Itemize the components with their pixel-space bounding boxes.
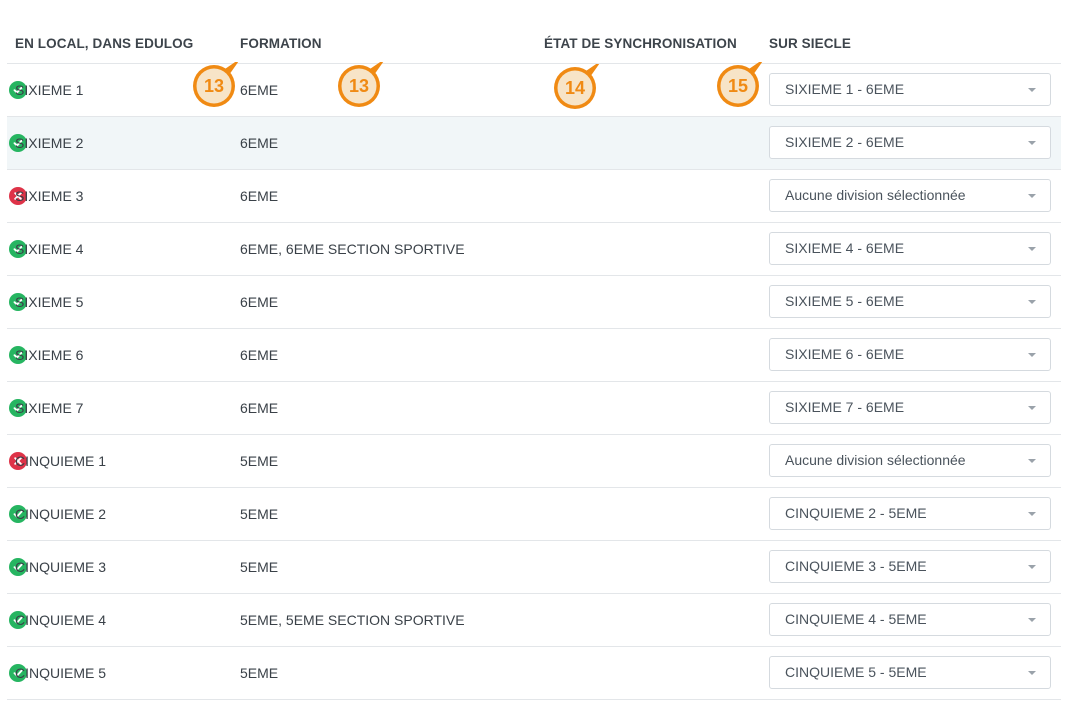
chevron-down-icon (1028, 512, 1036, 516)
local-division-name: SIXIEME 2 (15, 135, 84, 151)
local-division-name: CINQUIEME 3 (15, 559, 107, 575)
table-row: SIXIEME 2 6EME SIXIEME 2 - 6EME (7, 117, 1061, 170)
formation-value: 5EME, 5EME SECTION SPORTIVE (240, 612, 465, 628)
chevron-down-icon (1028, 671, 1036, 675)
local-division-name: SIXIEME 1 (15, 82, 84, 98)
siecle-division-select[interactable]: CINQUIEME 5 - 5EME (769, 656, 1051, 689)
sync-column-header: ÉTAT DE SYNCHRONISATION (544, 36, 737, 51)
select-value: CINQUIEME 4 - 5EME (785, 611, 927, 627)
table-row: SIXIEME 4 6EME, 6EME SECTION SPORTIVE SIXI… (7, 223, 1061, 276)
local-division-name: CINQUIEME 5 (15, 665, 107, 681)
local-division-name: SIXIEME 5 (15, 294, 84, 310)
formation-value: 5EME (240, 665, 279, 681)
table-row: CINQUIEME 1 5EME Aucune division sélection… (7, 435, 1061, 488)
formation-value: 6EME (240, 294, 279, 310)
callout-badge-15: 15 (713, 62, 765, 108)
formation-value: 6EME (240, 82, 279, 98)
division-mapping-table: EN LOCAL, DANS EDULOG FORMATION ÉTAT DE … (7, 22, 1061, 700)
siecle-division-select[interactable]: Aucune division sélectionnée (769, 179, 1051, 212)
siecle-division-select[interactable]: Aucune division sélectionnée (769, 444, 1051, 477)
callout-badge-14: 14 (550, 64, 602, 110)
local-division-name: CINQUIEME 2 (15, 506, 107, 522)
formation-value: 5EME (240, 453, 279, 469)
callout-badge-13: 13 (334, 62, 386, 108)
formation-column-header: FORMATION (240, 36, 322, 51)
table-row: SIXIEME 6 6EME SIXIEME 6 - 6EME (7, 329, 1061, 382)
siecle-division-select[interactable]: SIXIEME 6 - 6EME (769, 338, 1051, 371)
formation-value: 5EME (240, 506, 279, 522)
local-division-name: SIXIEME 3 (15, 188, 84, 204)
table-row: CINQUIEME 3 5EME CINQUIEME 3 - 5EME (7, 541, 1061, 594)
select-value: CINQUIEME 2 - 5EME (785, 505, 927, 521)
table-row: CINQUIEME 4 5EME, 5EME SECTION SPORTIVE CI… (7, 594, 1061, 647)
select-value: SIXIEME 2 - 6EME (785, 134, 905, 150)
select-value: SIXIEME 7 - 6EME (785, 399, 905, 415)
callout-number: 14 (564, 77, 586, 98)
table-row: SIXIEME 7 6EME SIXIEME 7 - 6EME (7, 382, 1061, 435)
callout-number: 13 (348, 75, 370, 96)
local-division-name: SIXIEME 7 (15, 400, 84, 416)
siecle-division-select[interactable]: CINQUIEME 3 - 5EME (769, 550, 1051, 583)
select-value: CINQUIEME 5 - 5EME (785, 664, 927, 680)
table-row: CINQUIEME 2 5EME CINQUIEME 2 - 5EME (7, 488, 1061, 541)
siecle-division-select[interactable]: SIXIEME 5 - 6EME (769, 285, 1051, 318)
formation-value: 6EME, 6EME SECTION SPORTIVE (240, 241, 465, 257)
chevron-down-icon (1028, 618, 1036, 622)
chevron-down-icon (1028, 353, 1036, 357)
local-column-header: EN LOCAL, DANS EDULOG (15, 36, 194, 51)
formation-value: 6EME (240, 347, 279, 363)
local-division-name: CINQUIEME 1 (15, 453, 107, 469)
chevron-down-icon (1028, 247, 1036, 251)
formation-value: 6EME (240, 400, 279, 416)
chevron-down-icon (1028, 300, 1036, 304)
table-header: EN LOCAL, DANS EDULOG FORMATION ÉTAT DE … (7, 22, 1061, 64)
formation-value: 6EME (240, 188, 279, 204)
formation-value: 6EME (240, 135, 279, 151)
chevron-down-icon (1028, 88, 1036, 92)
local-division-name: SIXIEME 4 (15, 241, 84, 257)
chevron-down-icon (1028, 406, 1036, 410)
chevron-down-icon (1028, 141, 1036, 145)
select-value: SIXIEME 6 - 6EME (785, 346, 905, 362)
select-value: CINQUIEME 3 - 5EME (785, 558, 927, 574)
table-row: SIXIEME 1 6EME SIXIEME 1 - 6EME (7, 64, 1061, 117)
local-division-name: CINQUIEME 4 (15, 612, 107, 628)
callout-number: 13 (203, 75, 225, 96)
select-value: SIXIEME 1 - 6EME (785, 81, 905, 97)
siecle-division-select[interactable]: SIXIEME 1 - 6EME (769, 73, 1051, 106)
table-body: SIXIEME 1 6EME SIXIEME 1 - 6EME SIXIEME 2 6E… (7, 64, 1061, 700)
siecle-division-select[interactable]: CINQUIEME 4 - 5EME (769, 603, 1051, 636)
select-value: SIXIEME 5 - 6EME (785, 293, 905, 309)
siecle-division-select[interactable]: CINQUIEME 2 - 5EME (769, 497, 1051, 530)
callout-badge-13: 13 (189, 62, 241, 108)
select-value: SIXIEME 4 - 6EME (785, 240, 905, 256)
formation-value: 5EME (240, 559, 279, 575)
select-value: Aucune division sélectionnée (785, 452, 966, 468)
siecle-division-select[interactable]: SIXIEME 4 - 6EME (769, 232, 1051, 265)
chevron-down-icon (1028, 565, 1036, 569)
callout-number: 15 (727, 75, 749, 96)
siecle-column-header: SUR SIECLE (769, 36, 852, 51)
table-row: SIXIEME 5 6EME SIXIEME 5 - 6EME (7, 276, 1061, 329)
chevron-down-icon (1028, 459, 1036, 463)
siecle-division-select[interactable]: SIXIEME 7 - 6EME (769, 391, 1051, 424)
select-value: Aucune division sélectionnée (785, 187, 966, 203)
table-row: CINQUIEME 5 5EME CINQUIEME 5 - 5EME (7, 647, 1061, 700)
local-division-name: SIXIEME 6 (15, 347, 84, 363)
table-row: SIXIEME 3 6EME Aucune division sélectionné… (7, 170, 1061, 223)
siecle-division-select[interactable]: SIXIEME 2 - 6EME (769, 126, 1051, 159)
chevron-down-icon (1028, 194, 1036, 198)
